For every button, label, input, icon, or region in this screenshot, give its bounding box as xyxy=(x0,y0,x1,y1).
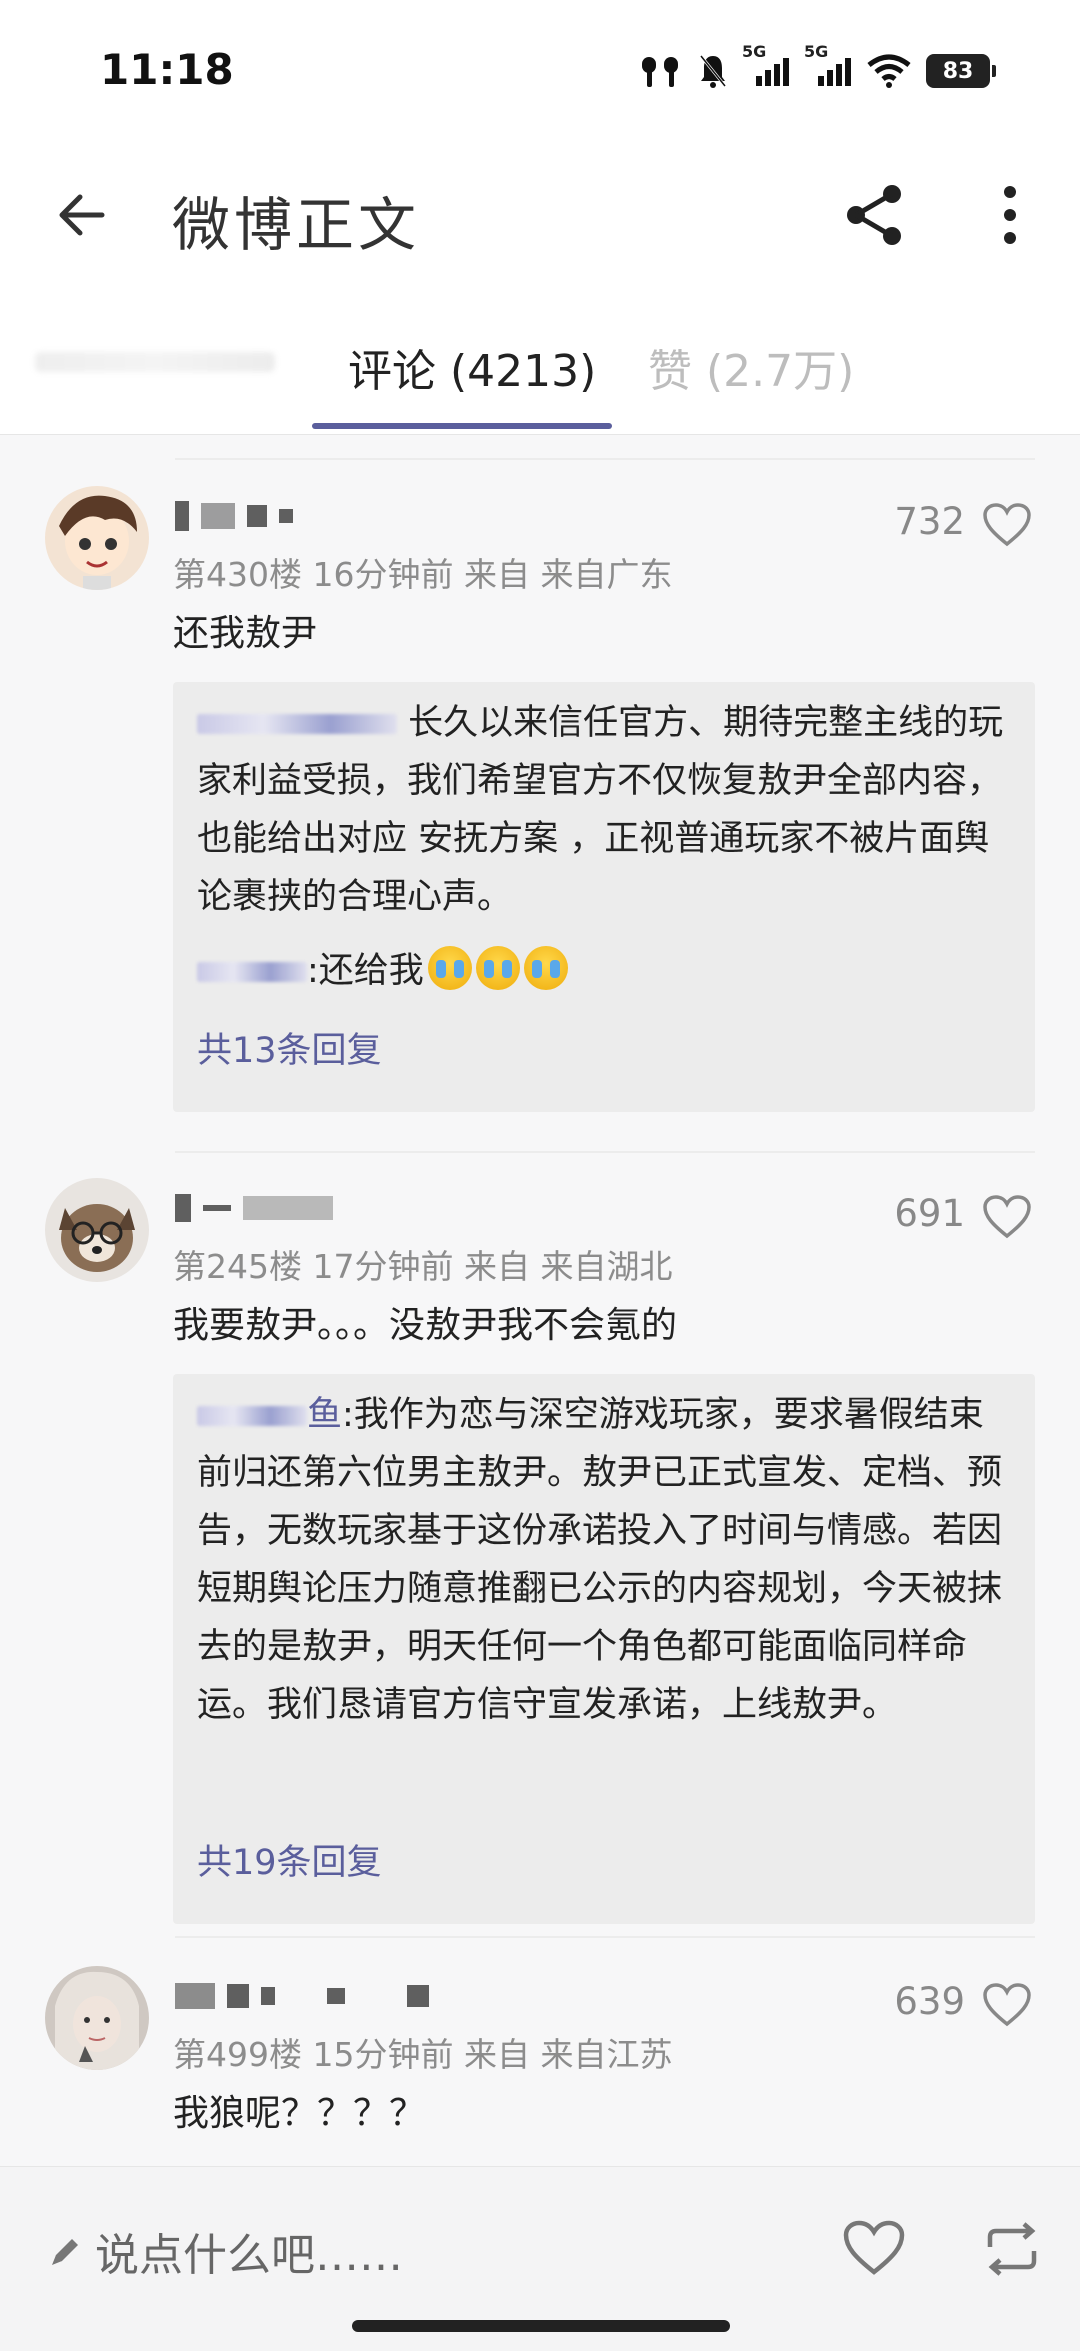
view-replies-link[interactable]: 共19条回复 xyxy=(197,1834,382,1885)
heart-icon[interactable] xyxy=(842,2219,906,2277)
share-icon[interactable] xyxy=(840,180,910,250)
reply-author-obscured[interactable] xyxy=(197,714,397,734)
comment-text: 我要敖尹。。。没敖尹我不会氪的 xyxy=(173,1305,678,1346)
reply-preview[interactable]: 长久以来信任官方、期待完整主线的玩家利益受损，我们希望官方不仅恢复敖尹全部内容，… xyxy=(173,682,1035,1112)
network-label-1: 5G xyxy=(742,42,767,61)
status-icons: 5G 5G 83 xyxy=(638,42,996,94)
reply-author-obscured[interactable] xyxy=(197,962,307,982)
comment-item: 第499楼 15分钟前 来自 来自江苏 639 我狼呢？？？？ xyxy=(0,1966,1080,2166)
reply-content: 长久以来信任官方、期待完整主线的玩家利益受损，我们希望官方不仅恢复敖尹全部内容，… xyxy=(197,703,1004,917)
username-obscured[interactable] xyxy=(175,496,293,536)
wifi-icon xyxy=(867,54,911,88)
avatar[interactable] xyxy=(45,486,149,590)
repost-icon[interactable] xyxy=(982,2219,1042,2279)
tab-active-indicator xyxy=(312,423,612,429)
like-count[interactable]: 639 xyxy=(894,1980,965,2023)
divider xyxy=(175,1151,1035,1153)
reply-author-obscured[interactable] xyxy=(197,1406,307,1426)
page-title: 微博正文 xyxy=(172,191,421,259)
like-count[interactable]: 691 xyxy=(894,1192,965,1235)
comment-text: 我狼呢？？？？ xyxy=(173,2093,426,2134)
comment-input[interactable]: 说点什么吧…… xyxy=(95,2219,403,2283)
heart-icon[interactable] xyxy=(982,502,1032,548)
tab-comments[interactable]: 评论 (4213) xyxy=(348,335,596,399)
avatar[interactable] xyxy=(45,1178,149,1282)
username-obscured[interactable] xyxy=(175,1976,429,2016)
reply-text: 鱼:我作为恋与深空游戏玩家，要求暑假结束前归还第六位男主敖尹。敖尹已正式宣发、定… xyxy=(197,1386,1011,1734)
avatar-image xyxy=(45,1966,149,2070)
reply-author-name[interactable]: 鱼 xyxy=(307,1395,342,1435)
comment-item: 第430楼 16分钟前 来自 来自广东 732 还我敖尹 长久以来信任官方、期待… xyxy=(0,486,1080,1196)
avatar[interactable] xyxy=(45,1966,149,2070)
comment-feed[interactable]: 第430楼 16分钟前 来自 来自广东 732 还我敖尹 长久以来信任官方、期待… xyxy=(0,436,1080,2166)
header: 微博正文 xyxy=(0,140,1080,290)
reply-content-2: :还给我 xyxy=(307,951,424,991)
earbuds-icon xyxy=(642,57,678,87)
crying-emoji-icon xyxy=(523,946,568,990)
status-bar: 11:18 5G 5G 83 xyxy=(0,0,1080,140)
home-indicator[interactable] xyxy=(352,2320,730,2332)
reply-content: :我作为恋与深空游戏玩家，要求暑假结束前归还第六位男主敖尹。敖尹已正式宣发、定档… xyxy=(197,1395,1003,1725)
signal-5g-2: 5G xyxy=(804,42,852,86)
crying-emoji-icon xyxy=(427,946,472,990)
pencil-icon xyxy=(52,2239,78,2265)
crying-emoji-icon xyxy=(475,946,520,990)
signal-5g-1: 5G xyxy=(742,42,790,86)
heart-icon[interactable] xyxy=(982,1982,1032,2028)
network-label-2: 5G xyxy=(804,42,829,61)
mute-bell-icon xyxy=(699,55,727,88)
divider xyxy=(175,1936,1035,1938)
comment-meta: 第245楼 17分钟前 来自 来自湖北 xyxy=(173,1247,673,1286)
avatar-image xyxy=(45,1178,149,1282)
comment-item: 第245楼 17分钟前 来自 来自湖北 691 我要敖尹。。。没敖尹我不会氪的 … xyxy=(0,1178,1080,1978)
comment-meta: 第499楼 15分钟前 来自 来自江苏 xyxy=(173,2035,673,2074)
arrow-left-icon[interactable] xyxy=(50,182,116,248)
reply-text: 长久以来信任官方、期待完整主线的玩家利益受损，我们希望官方不仅恢复敖尹全部内容，… xyxy=(197,694,1011,926)
divider xyxy=(175,458,1035,460)
tab-likes[interactable]: 赞 (2.7万) xyxy=(648,335,854,399)
tab-bar: 评论 (4213) 赞 (2.7万) xyxy=(0,290,1080,435)
like-count[interactable]: 732 xyxy=(894,500,965,543)
avatar-image xyxy=(45,486,149,590)
heart-icon[interactable] xyxy=(982,1194,1032,1240)
tab-reposts-obscured[interactable] xyxy=(35,352,275,372)
more-vertical-icon[interactable] xyxy=(985,180,1035,250)
comment-meta: 第430楼 16分钟前 来自 来自广东 xyxy=(173,555,673,594)
comment-text: 还我敖尹 xyxy=(173,613,318,654)
reply-preview[interactable]: 鱼:我作为恋与深空游戏玩家，要求暑假结束前归还第六位男主敖尹。敖尹已正式宣发、定… xyxy=(173,1374,1035,1924)
reply-text-2: :还给我 xyxy=(197,942,1011,1000)
status-time: 11:18 xyxy=(100,45,234,94)
username-obscured[interactable] xyxy=(175,1188,333,1228)
battery-icon: 83 xyxy=(926,54,996,88)
view-replies-link[interactable]: 共13条回复 xyxy=(197,1022,382,1073)
